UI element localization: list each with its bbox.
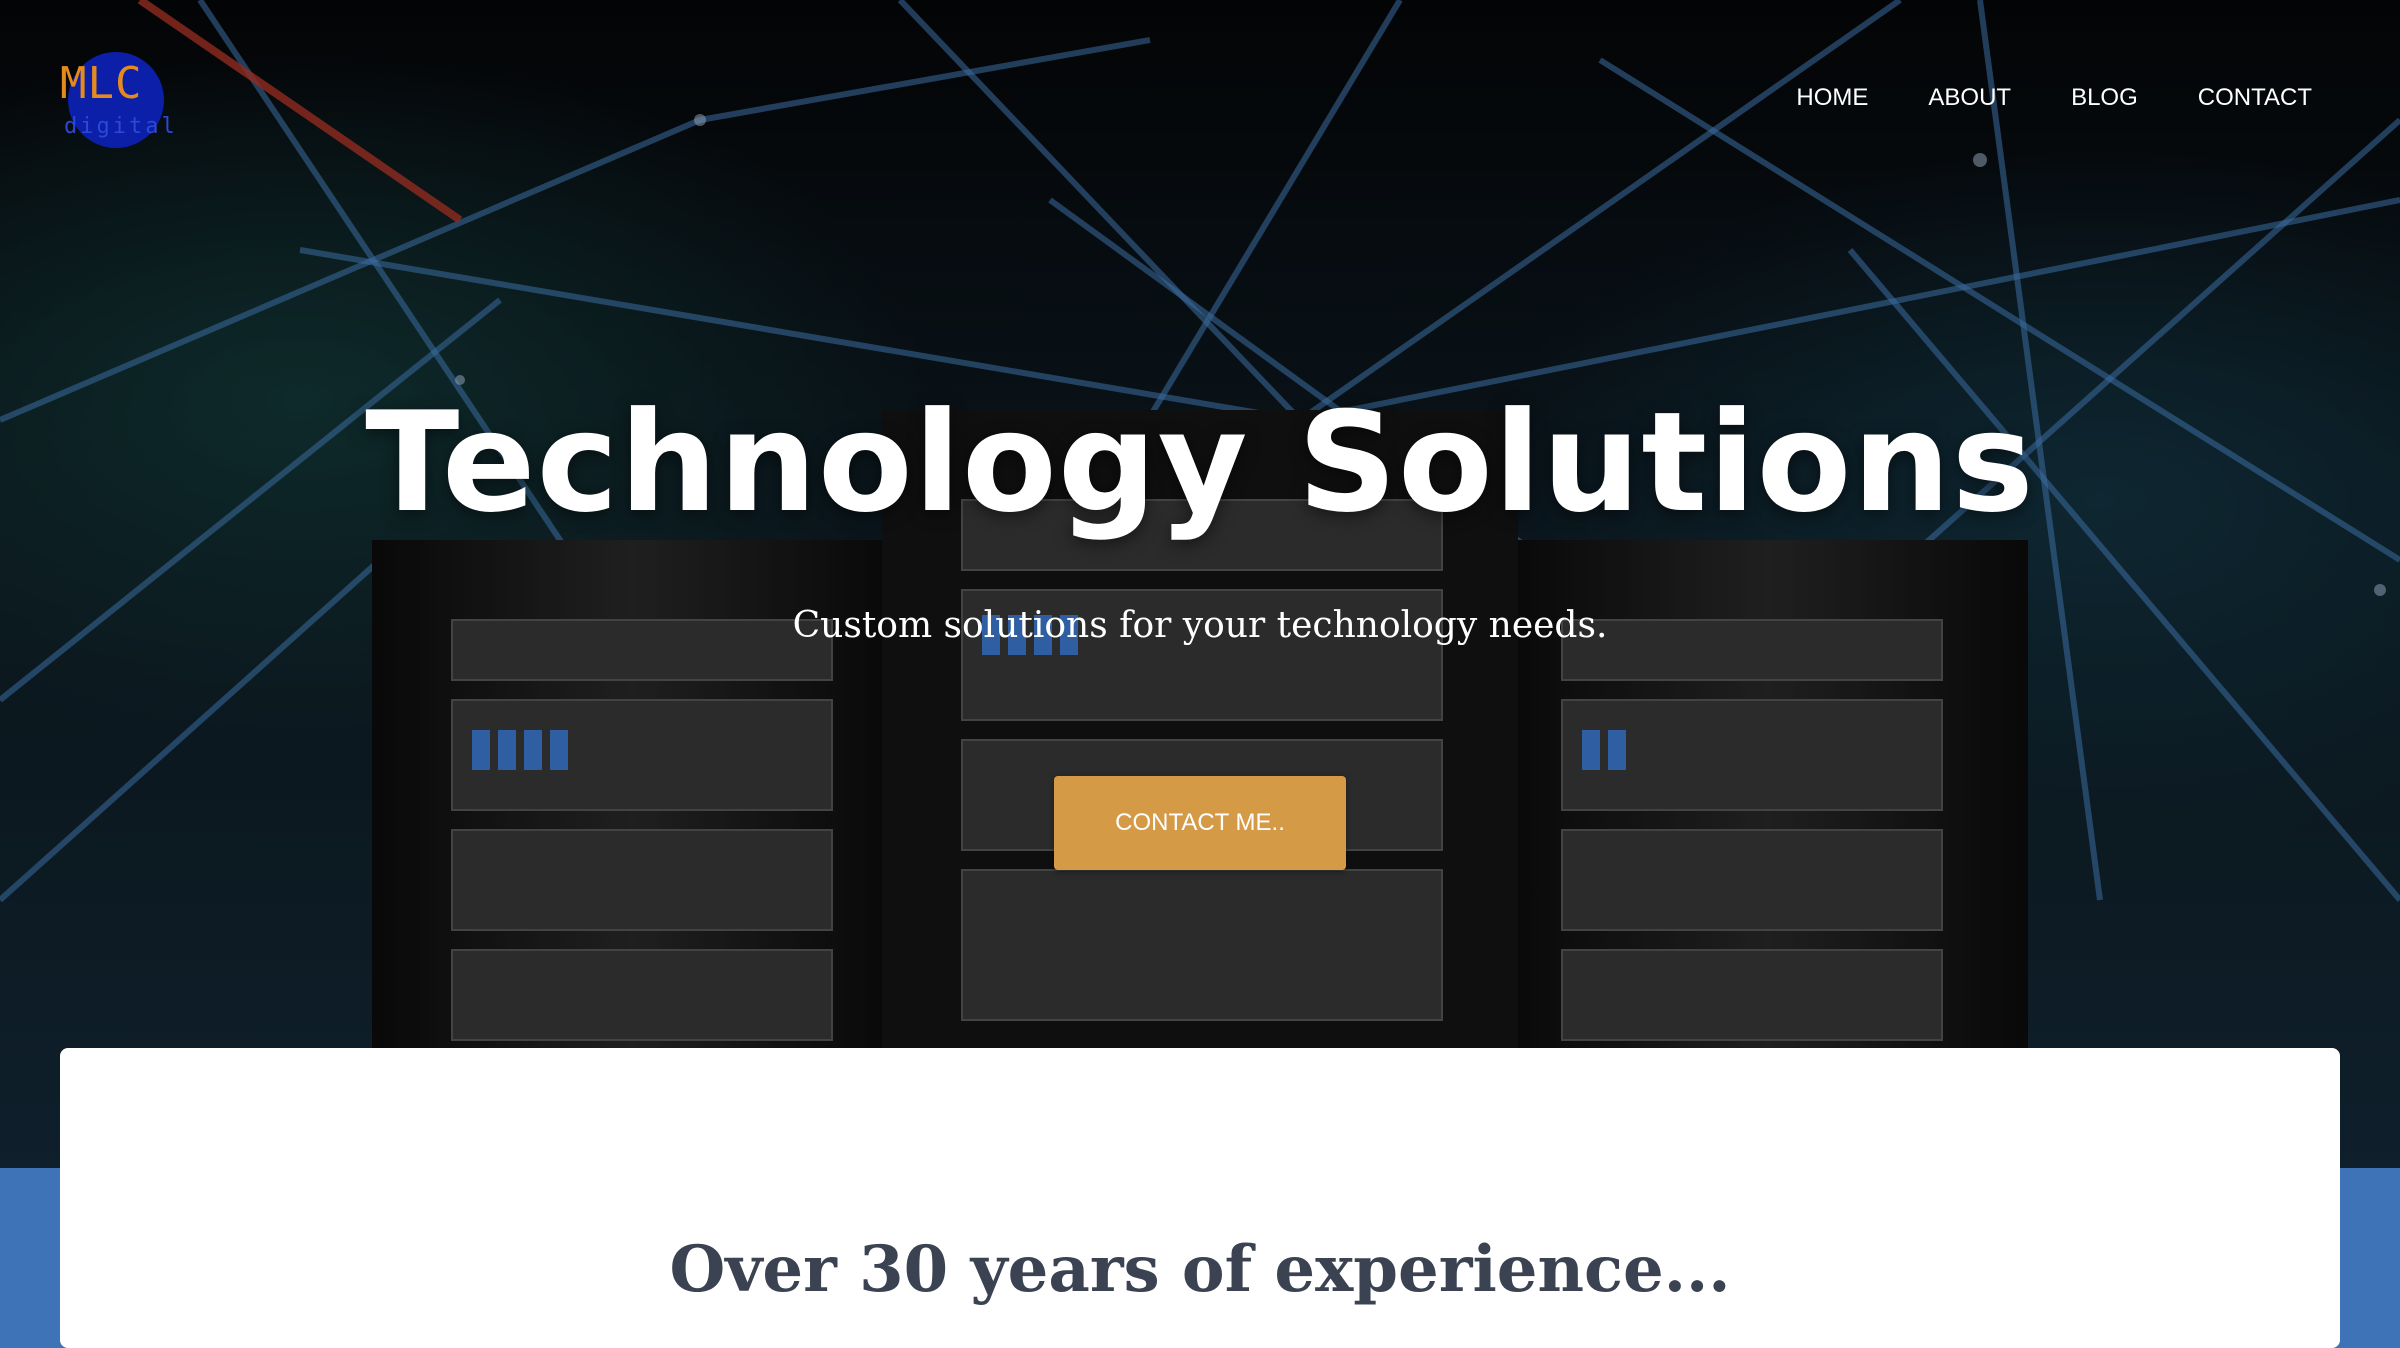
hero-subtitle: Custom solutions for your technology nee… [792, 605, 1608, 646]
logo-subtext: digital [64, 114, 178, 139]
hero-section [0, 0, 2400, 1168]
nav-about-link[interactable]: ABOUT [1928, 84, 2011, 112]
logo-text: MLC [60, 58, 143, 109]
nav-home-link[interactable]: HOME [1796, 84, 1868, 112]
hero-dark-overlay [0, 0, 2400, 1168]
main-nav: HOME ABOUT BLOG CONTACT [1796, 84, 2312, 112]
site-logo[interactable]: MLC digital [60, 50, 175, 148]
hero-title: Technology Solutions [365, 382, 2035, 543]
experience-card: Over 30 years of experience... [60, 1048, 2340, 1348]
experience-heading: Over 30 years of experience... [669, 1232, 1731, 1307]
nav-blog-link[interactable]: BLOG [2071, 84, 2138, 112]
contact-me-button[interactable]: CONTACT ME.. [1054, 776, 1346, 870]
nav-contact-link[interactable]: CONTACT [2198, 84, 2312, 112]
